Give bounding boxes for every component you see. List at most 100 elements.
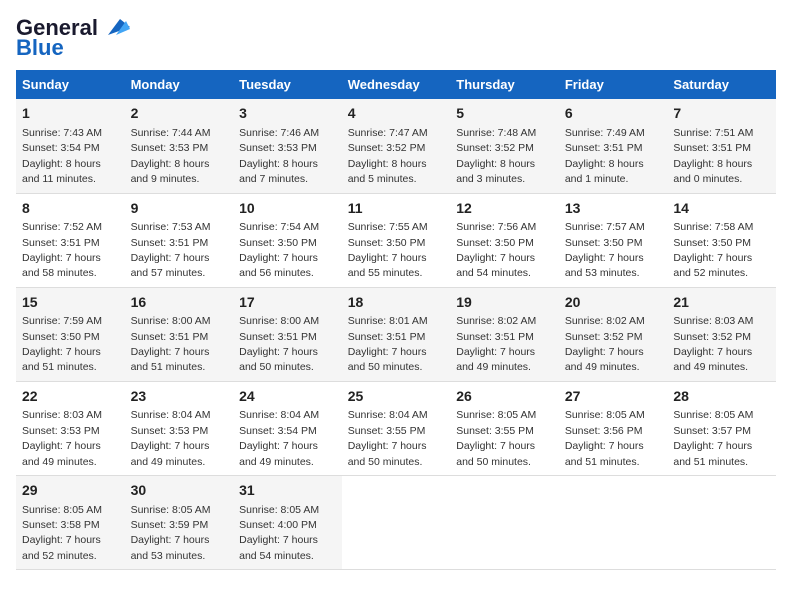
day-number: 24 <box>239 387 336 407</box>
daylight: Daylight: 7 hours and 50 minutes. <box>239 346 318 373</box>
daylight: Daylight: 7 hours and 49 minutes. <box>456 346 535 373</box>
daylight: Daylight: 7 hours and 50 minutes. <box>348 440 427 467</box>
sunrise: Sunrise: 8:05 AM <box>565 409 645 421</box>
daylight: Daylight: 7 hours and 49 minutes. <box>22 440 101 467</box>
sunset: Sunset: 3:50 PM <box>456 237 534 249</box>
daylight: Daylight: 7 hours and 52 minutes. <box>22 534 101 561</box>
daylight: Daylight: 7 hours and 57 minutes. <box>131 252 210 279</box>
calendar-cell: 17 Sunrise: 8:00 AM Sunset: 3:51 PM Dayl… <box>233 287 342 381</box>
calendar-cell: 24 Sunrise: 8:04 AM Sunset: 3:54 PM Dayl… <box>233 381 342 475</box>
sunset: Sunset: 3:52 PM <box>456 142 534 154</box>
calendar-cell: 9 Sunrise: 7:53 AM Sunset: 3:51 PM Dayli… <box>125 193 234 287</box>
sunrise: Sunrise: 8:05 AM <box>673 409 753 421</box>
daylight: Daylight: 7 hours and 52 minutes. <box>673 252 752 279</box>
day-number: 25 <box>348 387 445 407</box>
sunset: Sunset: 3:51 PM <box>673 142 751 154</box>
sunset: Sunset: 3:51 PM <box>348 331 426 343</box>
day-number: 4 <box>348 104 445 124</box>
sunrise: Sunrise: 7:48 AM <box>456 127 536 139</box>
calendar-cell: 21 Sunrise: 8:03 AM Sunset: 3:52 PM Dayl… <box>667 287 776 381</box>
calendar-cell <box>667 476 776 570</box>
sunrise: Sunrise: 8:04 AM <box>348 409 428 421</box>
sunrise: Sunrise: 7:54 AM <box>239 221 319 233</box>
sunset: Sunset: 3:51 PM <box>131 331 209 343</box>
daylight: Daylight: 7 hours and 51 minutes. <box>131 346 210 373</box>
calendar-cell: 23 Sunrise: 8:04 AM Sunset: 3:53 PM Dayl… <box>125 381 234 475</box>
sunset: Sunset: 3:54 PM <box>239 425 317 437</box>
daylight: Daylight: 7 hours and 49 minutes. <box>131 440 210 467</box>
day-number: 7 <box>673 104 770 124</box>
calendar-cell: 1 Sunrise: 7:43 AM Sunset: 3:54 PM Dayli… <box>16 99 125 193</box>
day-number: 14 <box>673 199 770 219</box>
day-number: 29 <box>22 481 119 501</box>
day-number: 19 <box>456 293 553 313</box>
day-number: 13 <box>565 199 662 219</box>
daylight: Daylight: 8 hours and 5 minutes. <box>348 158 427 185</box>
sunrise: Sunrise: 7:55 AM <box>348 221 428 233</box>
day-number: 18 <box>348 293 445 313</box>
sunrise: Sunrise: 8:04 AM <box>131 409 211 421</box>
daylight: Daylight: 8 hours and 3 minutes. <box>456 158 535 185</box>
day-number: 11 <box>348 199 445 219</box>
calendar-cell: 27 Sunrise: 8:05 AM Sunset: 3:56 PM Dayl… <box>559 381 668 475</box>
daylight: Daylight: 7 hours and 51 minutes. <box>22 346 101 373</box>
logo: General Blue <box>16 16 130 60</box>
calendar-week-4: 22 Sunrise: 8:03 AM Sunset: 3:53 PM Dayl… <box>16 381 776 475</box>
calendar-cell: 5 Sunrise: 7:48 AM Sunset: 3:52 PM Dayli… <box>450 99 559 193</box>
header-tuesday: Tuesday <box>233 70 342 99</box>
calendar-cell: 4 Sunrise: 7:47 AM Sunset: 3:52 PM Dayli… <box>342 99 451 193</box>
sunrise: Sunrise: 8:03 AM <box>673 315 753 327</box>
sunset: Sunset: 3:53 PM <box>239 142 317 154</box>
day-number: 15 <box>22 293 119 313</box>
sunset: Sunset: 3:51 PM <box>456 331 534 343</box>
day-number: 9 <box>131 199 228 219</box>
header-friday: Friday <box>559 70 668 99</box>
day-number: 23 <box>131 387 228 407</box>
page-header: General Blue <box>16 16 776 60</box>
calendar-cell <box>559 476 668 570</box>
day-number: 31 <box>239 481 336 501</box>
sunrise: Sunrise: 7:58 AM <box>673 221 753 233</box>
day-number: 12 <box>456 199 553 219</box>
sunrise: Sunrise: 8:00 AM <box>131 315 211 327</box>
daylight: Daylight: 7 hours and 56 minutes. <box>239 252 318 279</box>
calendar-cell: 11 Sunrise: 7:55 AM Sunset: 3:50 PM Dayl… <box>342 193 451 287</box>
calendar-cell: 2 Sunrise: 7:44 AM Sunset: 3:53 PM Dayli… <box>125 99 234 193</box>
day-number: 6 <box>565 104 662 124</box>
day-number: 22 <box>22 387 119 407</box>
sunrise: Sunrise: 7:43 AM <box>22 127 102 139</box>
sunrise: Sunrise: 8:05 AM <box>22 504 102 516</box>
sunset: Sunset: 3:51 PM <box>131 237 209 249</box>
sunset: Sunset: 3:53 PM <box>131 425 209 437</box>
daylight: Daylight: 8 hours and 1 minute. <box>565 158 644 185</box>
calendar-week-3: 15 Sunrise: 7:59 AM Sunset: 3:50 PM Dayl… <box>16 287 776 381</box>
day-number: 28 <box>673 387 770 407</box>
sunset: Sunset: 3:51 PM <box>565 142 643 154</box>
calendar-cell: 31 Sunrise: 8:05 AM Sunset: 4:00 PM Dayl… <box>233 476 342 570</box>
daylight: Daylight: 7 hours and 51 minutes. <box>673 440 752 467</box>
daylight: Daylight: 8 hours and 0 minutes. <box>673 158 752 185</box>
sunrise: Sunrise: 7:47 AM <box>348 127 428 139</box>
calendar-cell: 26 Sunrise: 8:05 AM Sunset: 3:55 PM Dayl… <box>450 381 559 475</box>
calendar-header-row: SundayMondayTuesdayWednesdayThursdayFrid… <box>16 70 776 99</box>
header-wednesday: Wednesday <box>342 70 451 99</box>
calendar-cell: 28 Sunrise: 8:05 AM Sunset: 3:57 PM Dayl… <box>667 381 776 475</box>
sunset: Sunset: 3:51 PM <box>22 237 100 249</box>
daylight: Daylight: 7 hours and 53 minutes. <box>565 252 644 279</box>
sunrise: Sunrise: 8:01 AM <box>348 315 428 327</box>
daylight: Daylight: 7 hours and 53 minutes. <box>131 534 210 561</box>
daylight: Daylight: 7 hours and 50 minutes. <box>456 440 535 467</box>
calendar-cell: 10 Sunrise: 7:54 AM Sunset: 3:50 PM Dayl… <box>233 193 342 287</box>
daylight: Daylight: 8 hours and 11 minutes. <box>22 158 101 185</box>
day-number: 30 <box>131 481 228 501</box>
sunset: Sunset: 3:52 PM <box>673 331 751 343</box>
logo-blue-text: Blue <box>16 36 64 60</box>
sunrise: Sunrise: 7:53 AM <box>131 221 211 233</box>
calendar-cell <box>450 476 559 570</box>
calendar-week-1: 1 Sunrise: 7:43 AM Sunset: 3:54 PM Dayli… <box>16 99 776 193</box>
sunset: Sunset: 3:55 PM <box>348 425 426 437</box>
header-monday: Monday <box>125 70 234 99</box>
sunset: Sunset: 3:57 PM <box>673 425 751 437</box>
sunset: Sunset: 3:52 PM <box>348 142 426 154</box>
daylight: Daylight: 7 hours and 55 minutes. <box>348 252 427 279</box>
